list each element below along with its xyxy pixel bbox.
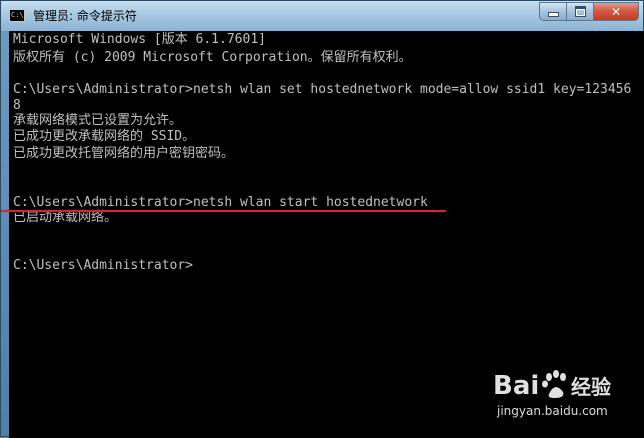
console-line: 已成功更改托管网络的用户密钥密码。 xyxy=(13,146,235,161)
caption-buttons: ✕ xyxy=(539,2,639,21)
maximize-button[interactable] xyxy=(566,2,593,21)
title-bar[interactable]: C:\ 管理员: 命令提示符 ✕ xyxy=(1,1,643,31)
close-button[interactable]: ✕ xyxy=(593,2,639,21)
close-icon: ✕ xyxy=(610,4,622,19)
svg-text:Bai: Bai xyxy=(493,371,539,401)
window-title: 管理员: 命令提示符 xyxy=(33,9,137,23)
baidu-jingyan-watermark: Bai 经验 jingyan.baidu.com xyxy=(493,368,633,428)
console-line: 版权所有 (c) 2009 Microsoft Corporation。保留所有… xyxy=(13,50,412,65)
command-prompt-window: C:\ 管理员: 命令提示符 ✕ Microsoft Windows [版本 6… xyxy=(0,0,644,438)
console-line: C:\Users\Administrator> xyxy=(13,258,194,273)
minimize-icon xyxy=(547,12,559,17)
console-line: 已启动承载网络。 xyxy=(13,210,118,225)
maximize-icon xyxy=(574,6,586,17)
watermark-url: jingyan.baidu.com xyxy=(497,404,608,418)
red-underline-annotation xyxy=(1,210,446,212)
console-line: C:\Users\Administrator>netsh wlan start … xyxy=(13,195,428,210)
baidu-logo-icon: Bai 经验 xyxy=(493,370,611,401)
console-line: Microsoft Windows [版本 6.1.7601] xyxy=(13,32,266,47)
cmd-icon[interactable]: C:\ xyxy=(9,9,25,22)
console-line: C:\Users\Administrator>netsh wlan set ho… xyxy=(13,82,632,97)
svg-text:经验: 经验 xyxy=(571,375,611,399)
console-output[interactable]: Microsoft Windows [版本 6.1.7601] 版权所有 (c)… xyxy=(9,31,644,438)
console-line: 8 xyxy=(13,98,21,113)
console-line: 承载网络模式已设置为允许。 xyxy=(13,113,183,128)
console-line: 已成功更改承载网络的 SSID。 xyxy=(13,129,196,144)
minimize-button[interactable] xyxy=(539,2,566,21)
